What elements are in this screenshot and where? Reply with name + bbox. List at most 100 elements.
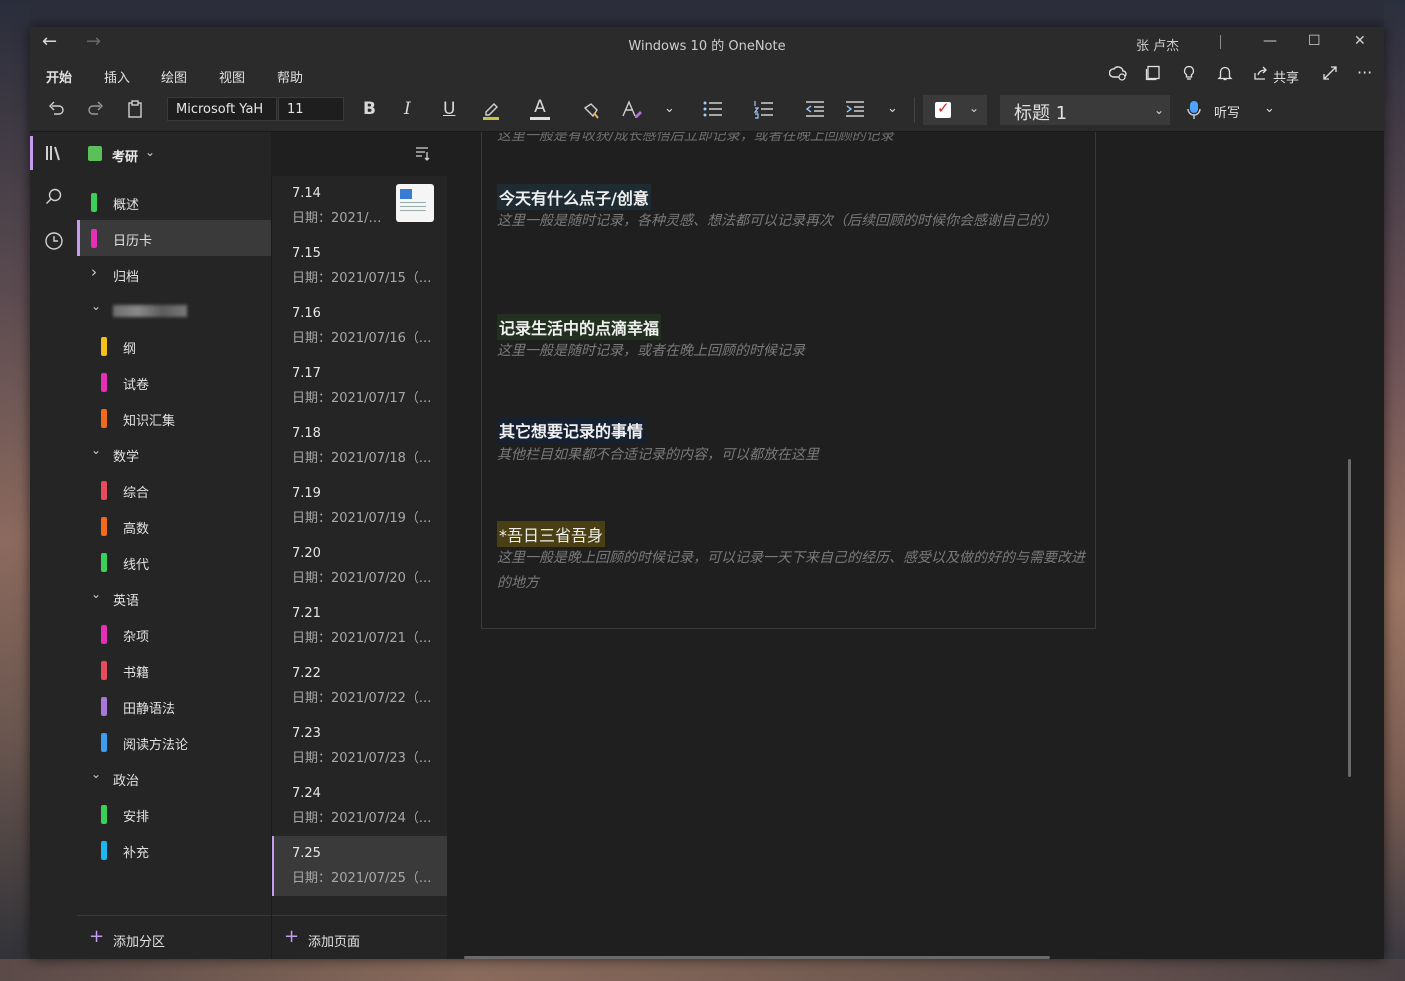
note-container[interactable]: 这里一般是有收获/成长感悟后立即记录，或者在晚上回顾的记录 今天有什么点子/创意… <box>481 132 1096 629</box>
dictate-chevron-icon[interactable]: ⌄ <box>1264 101 1275 116</box>
bold-button[interactable]: B <box>363 99 376 119</box>
note-hint[interactable]: 这里一般是随时记录，或者在晚上回顾的时候记录 <box>497 339 1087 364</box>
bulleted-list-icon[interactable] <box>702 99 724 124</box>
page-item[interactable]: 7.21 日期：2021/07/21（... <box>272 596 447 656</box>
section-item[interactable]: 杂项 <box>77 616 271 652</box>
add-page-button[interactable]: + 添加页面 <box>272 915 447 959</box>
user-name[interactable]: 张 卢杰 <box>1136 35 1179 54</box>
page-item[interactable]: 7.14 日期：2021/0... <box>272 176 447 236</box>
font-size-field[interactable]: 11 <box>278 97 344 121</box>
section-group[interactable]: ⌄ <box>77 292 271 328</box>
page-item[interactable]: 7.17 日期：2021/07/17（... <box>272 356 447 416</box>
tab-insert[interactable]: 插入 <box>104 67 130 86</box>
font-color-icon[interactable]: A <box>530 99 550 120</box>
underline-button[interactable]: U <box>443 99 455 119</box>
horizontal-scrollbar[interactable] <box>464 956 1050 959</box>
notebook-selector[interactable]: 考研 ⌄ <box>77 132 271 176</box>
section-item[interactable]: 综合 <box>77 472 271 508</box>
search-icon[interactable] <box>30 187 77 212</box>
sync-status-icon[interactable] <box>1108 65 1127 85</box>
recent-clock-icon[interactable] <box>30 231 77 256</box>
numbered-list-icon[interactable] <box>753 99 775 124</box>
style-dropdown[interactable]: 标题 1 ⌄ <box>1000 95 1170 125</box>
section-item[interactable]: 书籍 <box>77 652 271 688</box>
section-item[interactable]: 高数 <box>77 508 271 544</box>
format-painter-icon[interactable] <box>581 99 603 126</box>
note-heading[interactable]: 今天有什么点子/创意 <box>497 184 651 210</box>
note-heading[interactable]: 记录生活中的点滴幸福 <box>497 314 662 340</box>
font-name-field[interactable]: Microsoft YaH <box>167 97 277 121</box>
redo-icon[interactable] <box>86 99 106 124</box>
page-item[interactable]: 7.18 日期：2021/07/18（... <box>272 416 447 476</box>
tab-help[interactable]: 帮助 <box>277 67 303 86</box>
chevron-down-icon[interactable]: ⌄ <box>91 299 101 313</box>
share-button[interactable]: 共享 <box>1273 67 1299 86</box>
note-heading[interactable]: *吾日三省吾身 <box>497 521 606 547</box>
maximize-button[interactable]: ☐ <box>1308 33 1321 49</box>
share-icon[interactable] <box>1253 65 1269 85</box>
section-item[interactable]: 知识汇集 <box>77 400 271 436</box>
undo-icon[interactable] <box>46 99 66 124</box>
tab-home[interactable]: 开始 <box>46 67 73 92</box>
highlighter-icon[interactable] <box>480 99 502 126</box>
section-item[interactable]: 日历卡 <box>77 220 271 256</box>
section-group[interactable]: ⌄ 数学 <box>77 436 271 472</box>
bell-icon[interactable] <box>1217 65 1233 85</box>
italic-button[interactable]: I <box>404 99 411 119</box>
section-item[interactable]: 试卷 <box>77 364 271 400</box>
fullscreen-icon[interactable] <box>1322 65 1338 85</box>
chevron-down-icon[interactable]: ⌄ <box>91 443 101 457</box>
microphone-icon[interactable] <box>1186 99 1202 126</box>
chevron-down-icon: ⌄ <box>1154 103 1165 117</box>
page-item[interactable]: 7.24 日期：2021/07/24（... <box>272 776 447 836</box>
note-hint[interactable]: 其他栏目如果都不合适记录的内容，可以都放在这里 <box>497 443 1087 468</box>
sort-pages-icon[interactable] <box>414 145 430 165</box>
outdent-icon[interactable] <box>804 99 826 124</box>
chevron-down-icon[interactable]: ⌄ <box>91 767 101 781</box>
page-item[interactable]: 7.25 日期：2021/07/25（... <box>272 836 447 896</box>
note-heading[interactable]: 其它想要记录的事情 <box>497 417 646 443</box>
section-group[interactable]: ⌄ 英语 <box>77 580 271 616</box>
section-item[interactable]: 田静语法 <box>77 688 271 724</box>
clipboard-icon[interactable] <box>126 99 144 124</box>
minimize-button[interactable]: — <box>1263 33 1277 49</box>
section-item[interactable]: 纲 <box>77 328 271 364</box>
section-item[interactable]: 线代 <box>77 544 271 580</box>
page-item[interactable]: 7.19 日期：2021/07/19（... <box>272 476 447 536</box>
paragraph-more-chevron-icon[interactable]: ⌄ <box>887 101 898 116</box>
page-date: 日期：2021/07/15（... <box>292 271 432 286</box>
sections-panel: 考研 ⌄ 概述 日历卡 › 归档 ⌄ 纲试卷 知识汇集 ⌄ 数学 综合 高数 线代 ⌄ 英语 杂项 书籍 田静语… <box>77 132 271 959</box>
page-item[interactable]: 7.23 日期：2021/07/23（... <box>272 716 447 776</box>
close-button[interactable]: ✕ <box>1354 33 1366 49</box>
todo-tag-button[interactable]: ⌄ <box>923 95 987 125</box>
page-date: 日期：2021/07/25（... <box>292 871 432 886</box>
vertical-scrollbar[interactable] <box>1348 459 1351 777</box>
dictate-button[interactable]: 听写 <box>1214 102 1240 121</box>
page-item[interactable]: 7.15 日期：2021/07/15（... <box>272 236 447 296</box>
page-item[interactable]: 7.20 日期：2021/07/20（... <box>272 536 447 596</box>
page-item[interactable]: 7.16 日期：2021/07/16（... <box>272 296 447 356</box>
chevron-down-icon[interactable]: ⌄ <box>969 101 979 115</box>
section-group[interactable]: › 归档 <box>77 256 271 292</box>
lightbulb-icon[interactable] <box>1181 65 1197 85</box>
add-section-button[interactable]: + 添加分区 <box>77 915 271 959</box>
note-canvas[interactable]: 这里一般是有收获/成长感悟后立即记录，或者在晚上回顾的记录 今天有什么点子/创意… <box>448 132 1384 959</box>
notebooks-icon[interactable] <box>30 144 77 167</box>
more-options-icon[interactable]: ··· <box>1357 63 1372 82</box>
section-group[interactable]: ⌄ 政治 <box>77 760 271 796</box>
indent-icon[interactable] <box>844 99 866 124</box>
chevron-down-icon[interactable]: ⌄ <box>91 587 101 601</box>
tab-draw[interactable]: 绘图 <box>161 67 187 86</box>
section-item[interactable]: 补充 <box>77 832 271 868</box>
chevron-right-icon[interactable]: › <box>91 263 97 281</box>
section-item[interactable]: 安排 <box>77 796 271 832</box>
page-item[interactable]: 7.22 日期：2021/07/22（... <box>272 656 447 716</box>
section-item[interactable]: 阅读方法论 <box>77 724 271 760</box>
note-hint[interactable]: 这里一般是随时记录，各种灵感、想法都可以记录再次（后续回顾的时候你会感谢自己的） <box>497 209 1087 234</box>
notebook-pages-icon[interactable] <box>1145 65 1161 85</box>
tab-view[interactable]: 视图 <box>219 67 245 86</box>
text-format-more-chevron-icon[interactable]: ⌄ <box>664 101 675 116</box>
section-item[interactable]: 概述 <box>77 184 271 220</box>
clear-formatting-icon[interactable] <box>620 99 644 126</box>
note-hint[interactable]: 这里一般是晚上回顾的时候记录，可以记录一天下来自己的经历、感受以及做的好的与需要… <box>497 546 1087 596</box>
